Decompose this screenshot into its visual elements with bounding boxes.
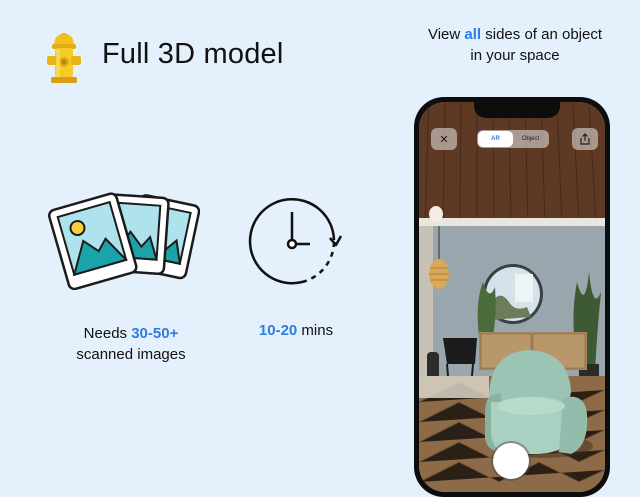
images-suffix: scanned images bbox=[76, 346, 186, 363]
tagline-post: sides of an object in your space bbox=[470, 26, 603, 64]
share-icon bbox=[580, 133, 590, 145]
close-icon: ✕ bbox=[439, 133, 449, 146]
toggle-ar[interactable]: AR bbox=[478, 131, 513, 147]
phone-mockup: ✕ AR Object bbox=[414, 97, 610, 497]
tagline-pre: View bbox=[427, 26, 465, 43]
fire-hydrant-icon bbox=[47, 33, 81, 83]
close-button[interactable]: ✕ bbox=[431, 128, 457, 150]
capture-button[interactable] bbox=[495, 445, 527, 477]
tagline-accent: all bbox=[464, 26, 482, 43]
clock-icon bbox=[248, 198, 343, 285]
share-button[interactable] bbox=[572, 128, 598, 150]
view-mode-toggle[interactable]: AR Object bbox=[477, 130, 549, 148]
time-suffix: mins bbox=[297, 322, 334, 339]
tagline: View all sides of an object in your spac… bbox=[424, 24, 606, 66]
images-count: 30-50+ bbox=[131, 325, 179, 342]
photos-icon bbox=[47, 192, 200, 290]
time-required-text: 10-20 mins bbox=[236, 320, 356, 341]
page-title: Full 3D model bbox=[102, 38, 284, 70]
images-required-text: Needs 30-50+ scanned images bbox=[56, 323, 206, 365]
images-prefix: Needs bbox=[83, 325, 132, 342]
ar-camera-screen: ✕ AR Object bbox=[419, 102, 605, 492]
toggle-object[interactable]: Object bbox=[513, 131, 548, 147]
phone-notch bbox=[474, 102, 560, 118]
time-value: 10-20 bbox=[258, 322, 298, 339]
room-scene bbox=[419, 102, 605, 492]
